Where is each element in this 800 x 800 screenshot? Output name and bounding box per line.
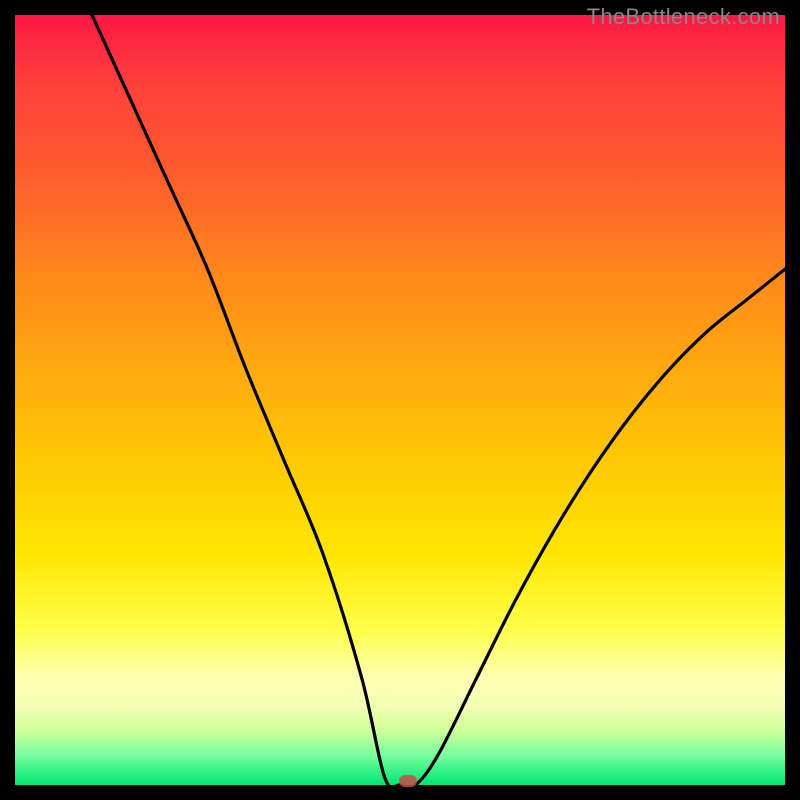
bottleneck-curve-path — [92, 15, 785, 785]
chart-frame: TheBottleneck.com — [0, 0, 800, 800]
watermark-text: TheBottleneck.com — [587, 4, 780, 30]
plot-area — [15, 15, 785, 785]
curve-svg — [15, 15, 785, 785]
optimal-marker — [399, 775, 417, 787]
